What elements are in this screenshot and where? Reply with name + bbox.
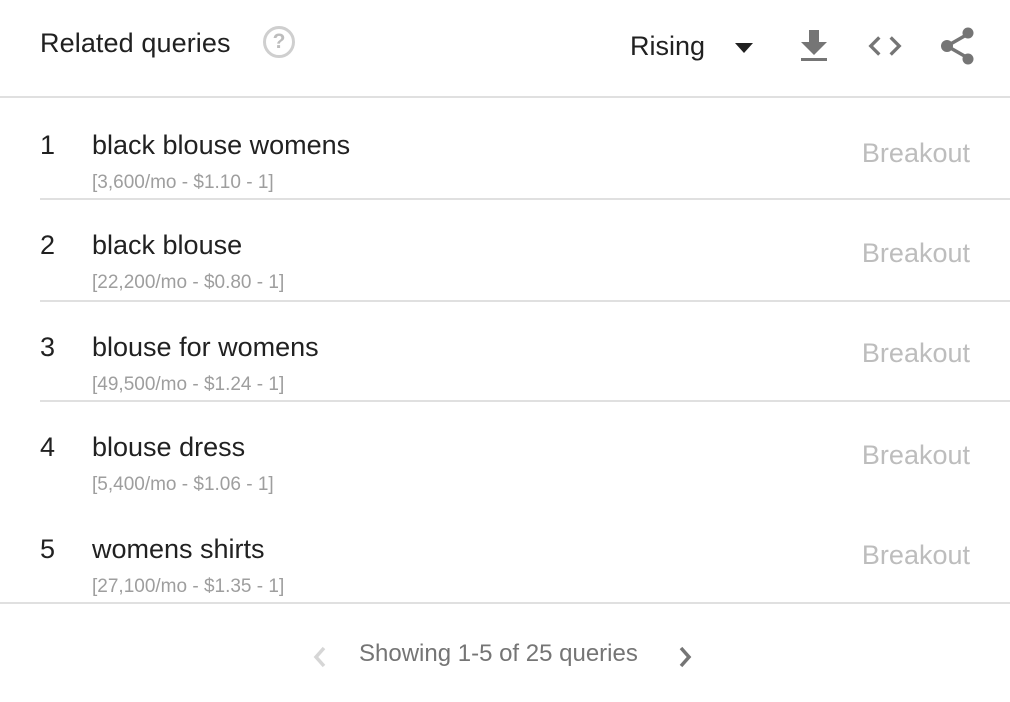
query-value: Breakout [861,440,970,470]
rank-number: 4 [40,432,56,462]
sort-select[interactable]: Rising [630,28,754,64]
query-link[interactable]: blouse dress [92,432,245,463]
chevron-left-icon [313,646,326,668]
query-meta: [5,400/mo - $1.06 - 1] [92,474,274,495]
rank-number: 5 [40,534,56,564]
query-value: Breakout [861,238,970,268]
download-button[interactable] [796,28,832,64]
rank-number: 2 [40,230,56,260]
previous-page-button[interactable] [308,642,332,672]
list-item[interactable]: 1 black blouse womens [3,600/mo - $1.10 … [40,98,1010,200]
list-item[interactable]: 3 blouse for womens [49,500/mo - $1.24 -… [40,300,1010,402]
query-link[interactable]: womens shirts [92,534,265,565]
share-icon [941,27,974,65]
embed-button[interactable] [867,28,903,64]
query-value: Breakout [861,138,970,168]
query-link[interactable]: blouse for womens [92,332,319,363]
rank-number: 1 [40,130,56,160]
query-value: Breakout [861,338,970,368]
sort-select-value: Rising [630,30,706,61]
chevron-right-icon [679,646,692,668]
query-meta: [27,100/mo - $1.35 - 1] [92,576,285,597]
query-meta: [22,200/mo - $0.80 - 1] [92,272,285,293]
code-icon [868,36,902,56]
list-item[interactable]: 4 blouse dress [5,400/mo - $1.06 - 1] Br… [40,402,1010,502]
widget-header: Related queries ? Rising [0,0,1010,98]
download-icon [801,30,827,61]
list-item[interactable]: 2 black blouse [22,200/mo - $0.80 - 1] B… [40,200,1010,302]
query-link[interactable]: black blouse [92,230,242,261]
query-value: Breakout [861,540,970,570]
rank-number: 3 [40,332,56,362]
pagination: Showing 1-5 of 25 queries [0,604,1010,702]
next-page-button[interactable] [674,642,698,672]
pagination-status: Showing 1-5 of 25 queries [359,640,638,667]
help-icon[interactable]: ? [263,26,295,58]
list-item[interactable]: 5 womens shirts [27,100/mo - $1.35 - 1] … [40,502,1010,602]
caret-down-icon [735,43,754,53]
query-meta: [49,500/mo - $1.24 - 1] [92,374,285,395]
widget-title: Related queries [40,28,231,58]
query-link[interactable]: black blouse womens [92,130,350,161]
share-button[interactable] [940,27,976,65]
query-meta: [3,600/mo - $1.10 - 1] [92,172,274,193]
